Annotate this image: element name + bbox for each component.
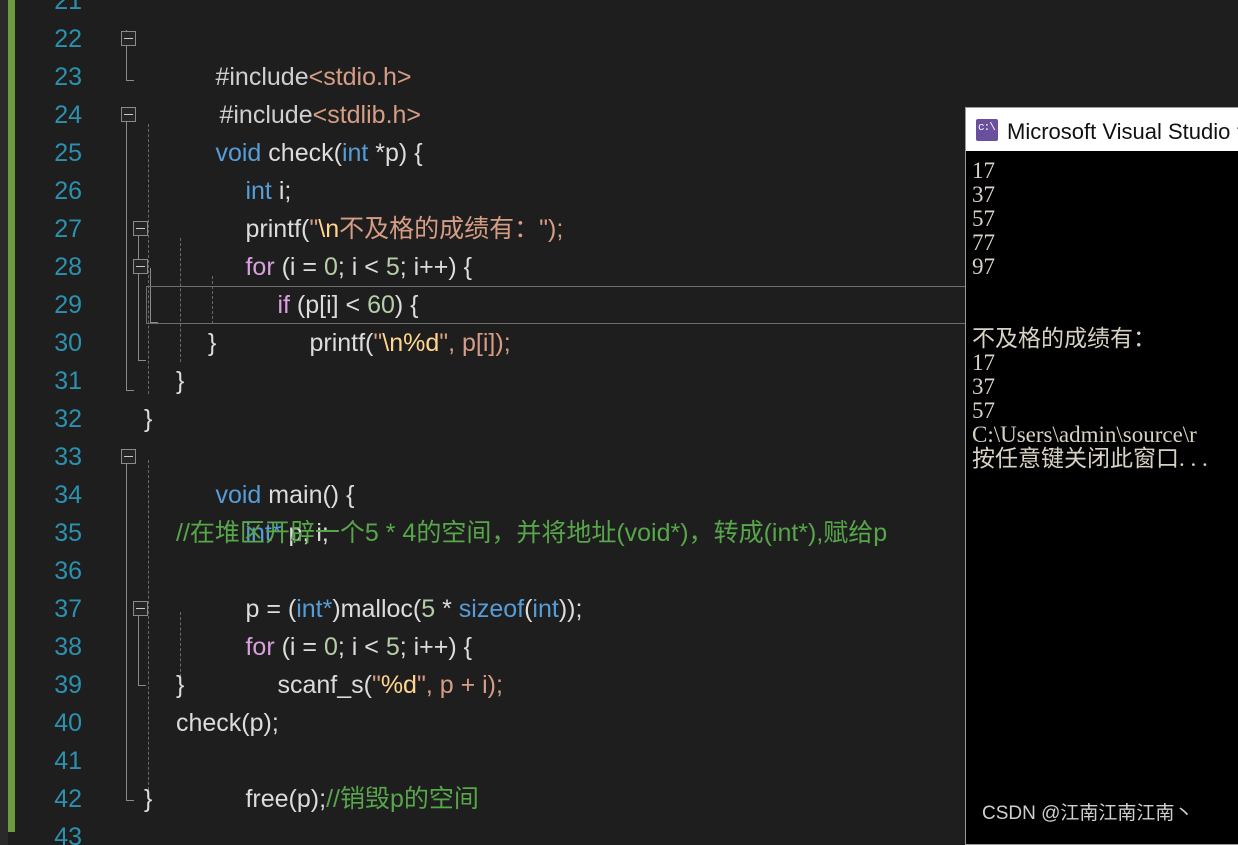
console-line: 17 — [972, 350, 995, 375]
line-number: 29 — [54, 291, 82, 319]
line-number: 36 — [54, 557, 82, 585]
console-line: 按任意键关闭此窗口. . . — [972, 446, 1208, 471]
code-line[interactable]: 23 #include<stdlib.h> — [8, 58, 1238, 129]
line-number: 41 — [54, 747, 82, 775]
line-number: 42 — [54, 785, 82, 813]
collapse-toggle-main[interactable] — [118, 438, 146, 476]
collapse-toggle-for1[interactable] — [130, 210, 158, 248]
line-number: 39 — [54, 671, 82, 699]
code-line[interactable]: 22 #include<stdio.h> — [8, 20, 1238, 91]
line-number: 38 — [54, 633, 82, 661]
console-window[interactable]: Microsoft Visual Studio 调试 17 37 57 77 9… — [965, 107, 1238, 845]
line-number: 31 — [54, 367, 82, 395]
console-line: C:\Users\admin\source\r — [972, 422, 1197, 447]
console-window-icon — [976, 118, 998, 141]
console-line: 57 — [972, 398, 995, 423]
screenshot-root: 21 22 #include<stdio.h> 23 #include<stdl… — [0, 0, 1238, 845]
csdn-watermark: CSDN @江南江南江南丶 — [982, 803, 1194, 824]
line-number: 34 — [54, 481, 82, 509]
line-number: 24 — [54, 101, 82, 129]
console-output: 17 37 57 77 97 不及格的成绩有： 17 37 57 C:\User… — [966, 151, 1238, 844]
comment-heap-alloc: //在堆区开辟一个5 * 4的空间，并将地址(void*)，转成(int*),赋… — [176, 519, 888, 547]
console-line: 57 — [972, 206, 995, 231]
token-brace-close: } — [144, 405, 153, 433]
line-number: 30 — [54, 329, 82, 357]
line-number: 22 — [54, 25, 82, 53]
line-number: 37 — [54, 595, 82, 623]
line-number: 28 — [54, 253, 82, 281]
console-line: 97 — [972, 254, 995, 279]
collapse-toggle-if1[interactable] — [130, 248, 158, 286]
line-number: 35 — [54, 519, 82, 547]
line-number: 26 — [54, 177, 82, 205]
token-brace-close: } — [176, 671, 185, 699]
token-brace-close: } — [176, 367, 185, 395]
line-number: 21 — [54, 0, 82, 15]
collapse-toggle-include[interactable] — [118, 20, 146, 58]
line-number: 23 — [54, 63, 82, 91]
console-title-text: Microsoft Visual Studio 调试 — [1007, 118, 1238, 144]
line-number: 40 — [54, 709, 82, 737]
line-number: 43 — [54, 823, 82, 845]
console-line: 37 — [972, 374, 995, 399]
console-line: 17 — [972, 158, 995, 183]
token-brace-close: } — [144, 785, 153, 813]
console-line: 77 — [972, 230, 995, 255]
code-line[interactable]: 21 — [8, 0, 1238, 20]
line-number: 25 — [54, 139, 82, 167]
console-line: 不及格的成绩有： — [972, 326, 1156, 351]
token-check-call: check(p); — [176, 709, 279, 737]
collapse-toggle-for2[interactable] — [130, 590, 158, 628]
line-number: 33 — [54, 443, 82, 471]
line-number: 27 — [54, 215, 82, 243]
console-line: 37 — [972, 182, 995, 207]
console-title-bar[interactable]: Microsoft Visual Studio 调试 — [966, 108, 1238, 151]
token-brace-close: } — [208, 329, 217, 357]
collapse-toggle-check[interactable] — [118, 96, 146, 134]
line-number: 32 — [54, 405, 82, 433]
editor-left-strip — [0, 0, 8, 845]
